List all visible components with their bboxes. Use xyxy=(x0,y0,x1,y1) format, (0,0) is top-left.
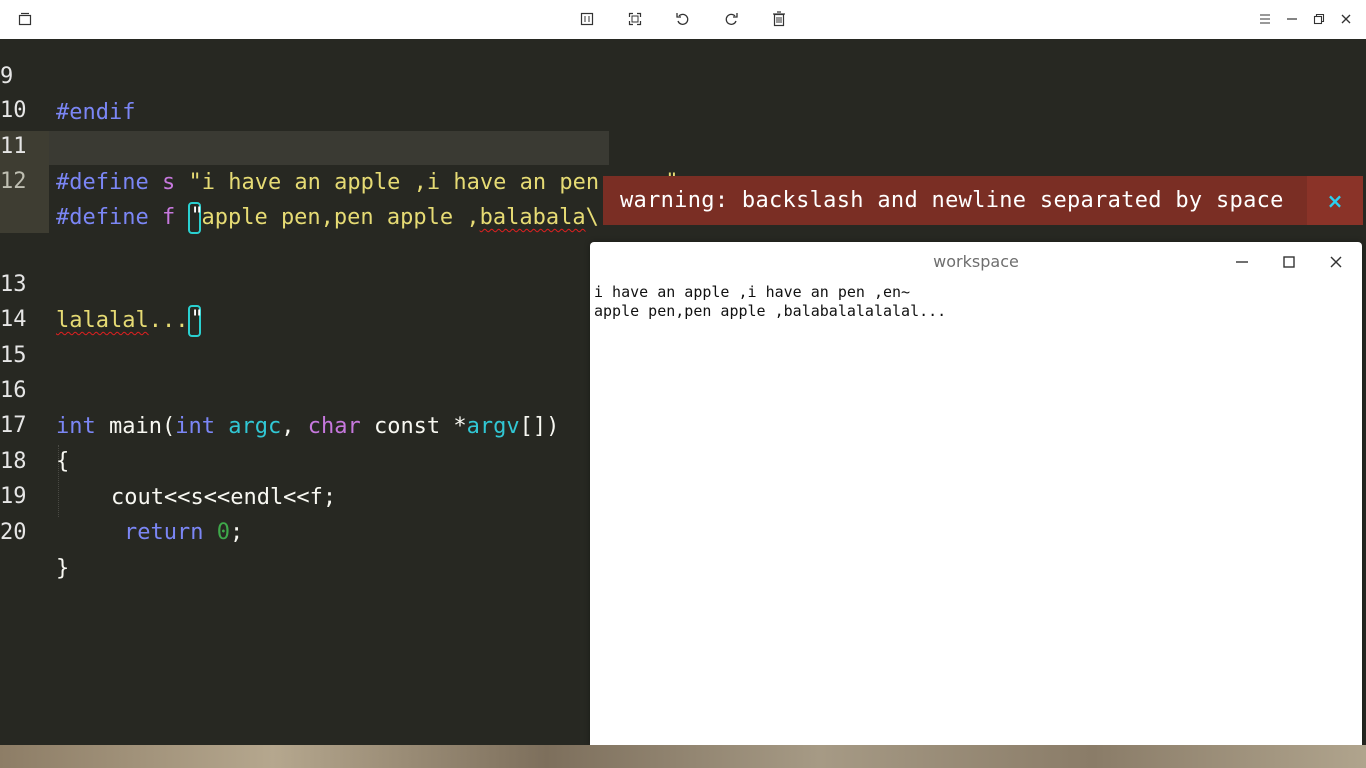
code-text: int main(int argc, char const *argv[]) xyxy=(56,409,559,445)
code-line: 15 xyxy=(0,302,79,368)
code-line: 17 { xyxy=(0,372,79,474)
desktop-wallpaper xyxy=(0,745,1366,768)
output-line: i have an apple ,i have an pen ,en~ xyxy=(594,283,911,301)
top-toolbar xyxy=(0,0,1366,40)
qualifier: const * xyxy=(360,414,467,439)
string-literal: ... xyxy=(148,308,189,333)
workspace-window[interactable]: workspace i have an apple ,i have an pen… xyxy=(590,242,1362,745)
warning-close-button[interactable]: × xyxy=(1307,176,1363,225)
number-literal: 0 xyxy=(216,520,230,545)
parameter-name: argv xyxy=(466,414,520,439)
screen: 9 #endif 10 11 #define s "i have an appl… xyxy=(0,0,1366,768)
line-number: 12 xyxy=(0,169,27,194)
code-line: 14 xyxy=(0,266,79,332)
delete-icon[interactable] xyxy=(770,10,788,28)
code-line: 11 #define s "i have an apple ,i have an… xyxy=(0,93,679,195)
menu-icon[interactable] xyxy=(1256,10,1274,28)
type-keyword: int xyxy=(175,414,215,439)
parameter-name: argc xyxy=(228,414,282,439)
undo-icon[interactable] xyxy=(674,10,692,28)
minimize-icon[interactable] xyxy=(1230,250,1254,274)
output-line: apple pen,pen apple ,balabalalalalal... xyxy=(594,302,947,320)
code-line: 16 int main(int argc, char const *argv[]… xyxy=(0,337,559,439)
maximize-icon[interactable] xyxy=(1277,250,1301,274)
code-text: return 0; xyxy=(124,515,243,551)
code-line: 9 #endif xyxy=(0,23,135,125)
bracket-match-cursor: " xyxy=(188,305,204,337)
backslash-char: \ xyxy=(585,205,599,230)
code-line: 20 } xyxy=(0,479,79,581)
bracket-match-cursor: " xyxy=(188,202,204,234)
warning-tooltip: warning: backslash and newline separated… xyxy=(603,176,1363,225)
split-view-icon[interactable] xyxy=(578,10,596,28)
return-keyword: return xyxy=(124,520,204,545)
macro-name: f xyxy=(161,205,176,230)
code-line: 18 cout<<s<<endl<<f; xyxy=(0,408,336,510)
code-line-current: 12 #define f "apple pen,pen apple ,balab… xyxy=(0,128,612,234)
line-number: 20 xyxy=(0,520,27,545)
code-line: 10 xyxy=(0,57,79,123)
close-icon[interactable] xyxy=(1324,250,1348,274)
code-text: #define s "i have an apple ,i have an pe… xyxy=(56,165,679,201)
function-name: main( xyxy=(109,414,176,439)
console-output: i have an apple ,i have an pen ,en~ apple… xyxy=(594,283,946,321)
string-literal: apple pen,pen apple , xyxy=(201,205,480,230)
preprocessor-directive: #define xyxy=(56,205,149,230)
type-keyword: char xyxy=(307,414,361,439)
punctuation: ; xyxy=(229,520,244,545)
macro-name: s xyxy=(161,170,176,195)
code-text: } xyxy=(56,556,70,581)
punctuation: , xyxy=(281,414,308,439)
fullscreen-icon[interactable] xyxy=(626,10,644,28)
code-text: #define f "apple pen,pen apple ,balabala… xyxy=(56,200,612,236)
minimize-icon[interactable] xyxy=(1283,10,1301,28)
warning-message: warning: backslash and newline separated… xyxy=(620,188,1284,213)
punctuation: []) xyxy=(519,414,560,439)
code-line: 13 lalalal..." xyxy=(0,231,204,337)
restore-icon[interactable] xyxy=(1310,10,1328,28)
code-text: cout<<s<<endl<<f; xyxy=(111,485,337,510)
current-line-highlight xyxy=(49,131,609,165)
redo-icon[interactable] xyxy=(722,10,740,28)
spell-error-text: balabala xyxy=(479,205,586,230)
code-line: 19 return 0; xyxy=(0,443,243,545)
close-icon[interactable] xyxy=(1337,10,1355,28)
